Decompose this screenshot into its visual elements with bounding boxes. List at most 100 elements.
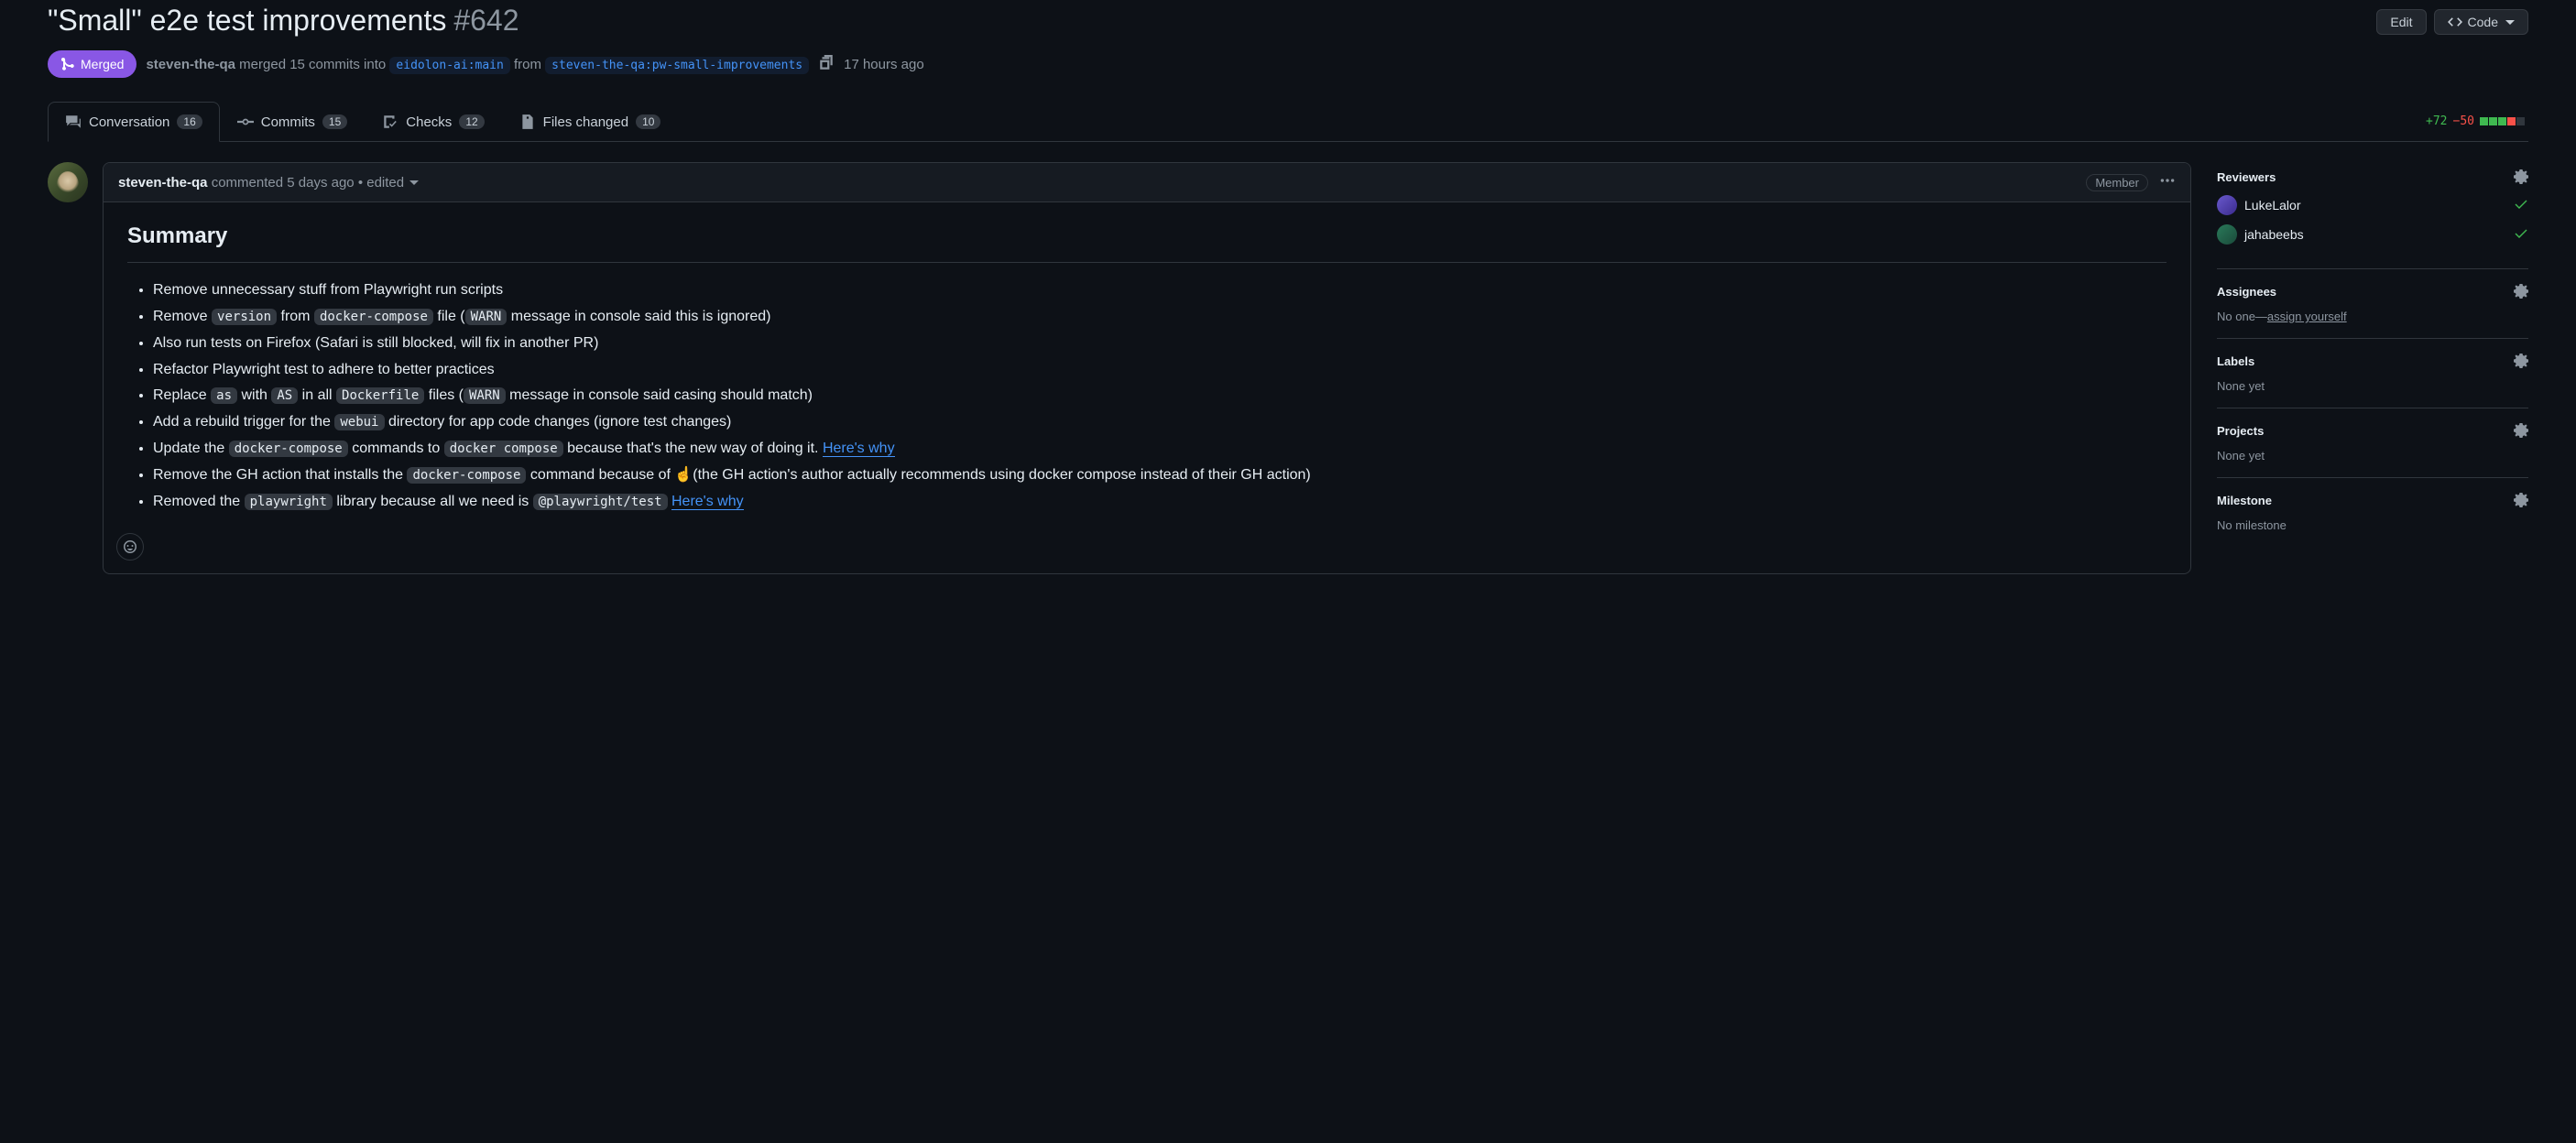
comment-timestamp[interactable]: 5 days ago: [287, 175, 354, 190]
reviewer-name: jahabeebs: [2244, 227, 2304, 242]
avatar[interactable]: [48, 162, 88, 202]
tab-conversation-label: Conversation: [89, 114, 169, 130]
diffstat: +72 −50: [2426, 114, 2528, 128]
assignees-title: Assignees: [2217, 285, 2276, 299]
list-item: Update the docker-compose commands to do…: [153, 438, 2167, 461]
tab-commits-count: 15: [322, 114, 347, 129]
state-badge: Merged: [48, 50, 136, 78]
edited-sep: •: [358, 175, 363, 190]
code-button-label: Code: [2468, 15, 2498, 29]
gear-icon: [2514, 493, 2528, 507]
code-icon: [2448, 15, 2462, 29]
from-word: from: [514, 57, 541, 72]
git-merge-icon: [60, 57, 75, 71]
reviewer-row[interactable]: jahabeebs: [2217, 224, 2528, 245]
inline-code: @playwright/test: [533, 494, 668, 510]
tab-checks-label: Checks: [406, 114, 452, 130]
add-reaction-button[interactable]: [116, 533, 144, 561]
git-commit-icon: [237, 114, 254, 130]
approved-check-icon: [2514, 197, 2528, 214]
pr-description-comment: steven-the-qa commented 5 days ago • edi…: [103, 162, 2191, 574]
gear-icon: [2514, 423, 2528, 438]
kebab-icon: [2159, 172, 2176, 189]
projects-title: Projects: [2217, 424, 2264, 438]
summary-heading: Summary: [127, 219, 2167, 263]
inline-code: version: [212, 309, 277, 325]
comment-discussion-icon: [65, 114, 82, 130]
comment-menu-button[interactable]: [2159, 172, 2176, 192]
approved-check-icon: [2514, 226, 2528, 244]
code-button[interactable]: Code: [2434, 9, 2528, 35]
copy-branch-button[interactable]: [818, 55, 835, 74]
file-diff-icon: [519, 114, 536, 130]
why-link-1[interactable]: Here's why: [823, 441, 895, 457]
assignees-header[interactable]: Assignees: [2217, 284, 2528, 299]
edited-button[interactable]: edited: [366, 175, 404, 190]
commented-word: commented: [212, 175, 283, 190]
merged-time: 17 hours ago: [844, 57, 924, 72]
gear-icon: [2514, 284, 2528, 299]
tab-files-label: Files changed: [543, 114, 628, 130]
tab-files[interactable]: Files changed 10: [502, 102, 679, 141]
diff-bar: [2480, 117, 2525, 125]
milestone-title: Milestone: [2217, 494, 2272, 507]
labels-header[interactable]: Labels: [2217, 354, 2528, 368]
milestone-header[interactable]: Milestone: [2217, 493, 2528, 507]
inline-code: Dockerfile: [336, 387, 424, 404]
inline-code: AS: [271, 387, 298, 404]
reviewer-row[interactable]: LukeLalor: [2217, 195, 2528, 215]
gear-icon: [2514, 169, 2528, 184]
head-branch-ref[interactable]: steven-the-qa:pw-small-improvements: [545, 57, 809, 74]
list-item: Add a rebuild trigger for the webui dire…: [153, 411, 2167, 434]
tab-checks-count: 12: [459, 114, 484, 129]
gear-icon: [2514, 354, 2528, 368]
smiley-icon: [123, 539, 137, 554]
why-link-2[interactable]: Here's why: [671, 494, 744, 510]
avatar: [2217, 195, 2237, 215]
inline-code: docker-compose: [314, 309, 433, 325]
author-link[interactable]: steven-the-qa: [146, 57, 235, 72]
pr-title: "Small" e2e test improvements: [48, 4, 446, 38]
assign-yourself-link[interactable]: assign yourself: [2267, 310, 2347, 323]
tab-conversation[interactable]: Conversation 16: [48, 102, 220, 142]
base-branch-ref[interactable]: eidolon-ai:main: [389, 57, 509, 74]
list-item: Remove unnecessary stuff from Playwright…: [153, 279, 2167, 302]
labels-none: None yet: [2217, 379, 2528, 393]
inline-code: webui: [334, 414, 384, 430]
caret-down-icon: [2505, 17, 2515, 27]
no-assignee-text: No one—: [2217, 310, 2267, 323]
reviewer-name: LukeLalor: [2244, 198, 2301, 212]
edit-button-label: Edit: [2390, 15, 2412, 29]
inline-code: docker-compose: [407, 467, 526, 484]
diff-additions: +72: [2426, 114, 2447, 128]
state-badge-label: Merged: [81, 57, 124, 71]
inline-code: docker-compose: [229, 441, 348, 457]
tab-checks[interactable]: Checks 12: [365, 102, 501, 141]
list-item: Also run tests on Firefox (Safari is sti…: [153, 332, 2167, 355]
inline-code: docker compose: [444, 441, 563, 457]
projects-header[interactable]: Projects: [2217, 423, 2528, 438]
list-item: Remove version from docker-compose file …: [153, 306, 2167, 329]
reviewers-header[interactable]: Reviewers: [2217, 169, 2528, 184]
comment-author-link[interactable]: steven-the-qa: [118, 175, 208, 190]
diff-deletions: −50: [2453, 114, 2474, 128]
copy-icon: [818, 55, 835, 71]
checklist-icon: [382, 114, 398, 130]
avatar: [2217, 224, 2237, 245]
reviewers-title: Reviewers: [2217, 170, 2276, 184]
list-item: Removed the playwright library because a…: [153, 491, 2167, 514]
inline-code: WARN: [465, 309, 508, 325]
inline-code: as: [211, 387, 237, 404]
tab-files-count: 10: [636, 114, 660, 129]
edit-button[interactable]: Edit: [2376, 9, 2426, 35]
projects-none: None yet: [2217, 449, 2528, 463]
tab-conversation-count: 16: [177, 114, 202, 129]
tab-commits-label: Commits: [261, 114, 315, 130]
labels-title: Labels: [2217, 354, 2254, 368]
inline-code: playwright: [245, 494, 333, 510]
tab-commits[interactable]: Commits 15: [220, 102, 366, 141]
pr-number: #642: [453, 4, 518, 38]
caret-down-icon: [409, 178, 419, 187]
milestone-none: No milestone: [2217, 518, 2528, 532]
merged-text: merged 15 commits into: [239, 57, 386, 72]
